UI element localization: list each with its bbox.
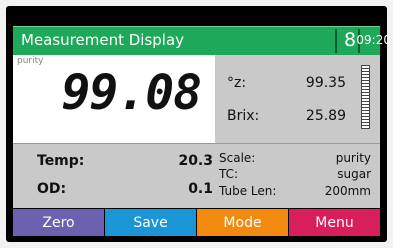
page-title: Measurement Display xyxy=(21,31,185,49)
bar-gauge-icon xyxy=(361,65,370,129)
divider xyxy=(13,143,380,144)
conditions-panel: Temp: 20.3 OD: 0.1 Scale: purity TC: sug… xyxy=(13,143,380,208)
tube-length-label: Tube Len: xyxy=(219,184,277,198)
brix-label: Brix: xyxy=(227,108,260,124)
tube-length-value: 200mm xyxy=(324,184,371,198)
mode-button[interactable]: Mode xyxy=(197,209,288,236)
secondary-readings-panel: °z: 99.35 Brix: 25.89 xyxy=(215,55,380,143)
main-reading-value: 99.08 xyxy=(61,65,202,121)
scale-value: purity xyxy=(335,151,371,165)
z-value: 99.35 xyxy=(305,75,346,91)
save-button[interactable]: Save xyxy=(105,209,196,236)
clock-time: 09:20 xyxy=(356,33,391,47)
menu-button[interactable]: Menu xyxy=(289,209,380,236)
scale-label: Scale: xyxy=(219,151,256,165)
header-bar: Measurement Display 8 09:20 xyxy=(13,26,391,55)
header-divider xyxy=(335,29,337,53)
tc-label: TC: xyxy=(219,167,239,181)
od-value: 0.1 xyxy=(188,181,213,197)
measurement-mode-label: purity xyxy=(17,56,44,66)
zero-button[interactable]: Zero xyxy=(13,209,104,236)
softkey-bar: Zero Save Mode Menu xyxy=(13,209,380,236)
temp-value: 20.3 xyxy=(178,153,213,169)
temp-label: Temp: xyxy=(37,153,85,169)
z-label: °z: xyxy=(227,75,247,91)
main-reading-panel: purity 99.08 xyxy=(13,55,215,143)
tc-value: sugar xyxy=(337,167,371,181)
od-label: OD: xyxy=(37,181,67,197)
brix-value: 25.89 xyxy=(305,108,346,124)
